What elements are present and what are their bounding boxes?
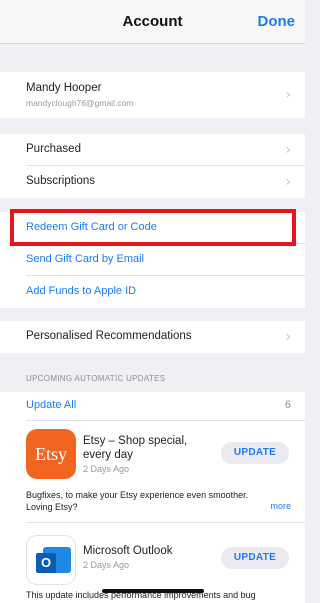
add-funds-link: Add Funds to Apple ID <box>26 285 137 297</box>
chevron-right-icon: › <box>285 329 291 345</box>
purchased-row[interactable]: Purchased › <box>0 134 305 166</box>
subscriptions-row[interactable]: Subscriptions › <box>0 166 305 198</box>
app-date: 2 Days Ago <box>83 560 130 570</box>
nav-header: Account Done <box>0 0 305 44</box>
release-notes: Bugfixes, to make your Etsy experience e… <box>26 490 249 512</box>
purchases-group: Purchased › Subscriptions › <box>0 134 305 198</box>
recommendations-group: Personalised Recommendations › <box>0 321 305 353</box>
app-name: Microsoft Outlook <box>83 545 173 557</box>
profile-email: mandyclough76@gmail.com <box>26 98 134 108</box>
add-funds-row[interactable]: Add Funds to Apple ID <box>0 276 305 308</box>
section-header: UPCOMING AUTOMATIC UPDATES <box>26 374 166 383</box>
profile-name: Mandy Hooper <box>26 82 102 94</box>
app-name-line1: Etsy – Shop special, <box>83 435 188 447</box>
chevron-right-icon: › <box>285 142 291 158</box>
divider <box>26 420 305 421</box>
subscriptions-label: Subscriptions <box>26 175 96 187</box>
etsy-app-icon[interactable]: Etsy <box>26 429 76 479</box>
done-button[interactable]: Done <box>258 13 296 30</box>
chevron-right-icon: › <box>285 174 291 190</box>
outlook-update-button[interactable]: UPDATE <box>221 547 289 569</box>
purchased-label: Purchased <box>26 143 81 155</box>
highlight-box <box>10 209 296 246</box>
etsy-update-button[interactable]: UPDATE <box>221 442 289 464</box>
outlook-app-icon[interactable]: O <box>26 535 76 585</box>
chevron-right-icon: › <box>285 87 291 103</box>
outlook-o-icon: O <box>36 553 56 573</box>
recommendations-row[interactable]: Personalised Recommendations › <box>0 321 305 353</box>
send-gift-row[interactable]: Send Gift Card by Email <box>0 244 305 276</box>
send-gift-card-link: Send Gift Card by Email <box>26 253 144 265</box>
app-name-line2: every day <box>83 449 133 461</box>
profile-cell[interactable]: Mandy Hooper mandyclough76@gmail.com › <box>0 72 305 118</box>
divider <box>26 522 305 523</box>
app-date: 2 Days Ago <box>83 464 130 474</box>
update-all-button[interactable]: Update All <box>26 399 76 411</box>
recommendations-label: Personalised Recommendations <box>26 330 192 342</box>
update-count: 6 <box>284 399 291 411</box>
updates-list: Update All 6 Etsy Etsy – Shop special, e… <box>0 392 305 603</box>
more-link[interactable]: more <box>270 501 291 511</box>
home-indicator[interactable] <box>102 589 204 593</box>
